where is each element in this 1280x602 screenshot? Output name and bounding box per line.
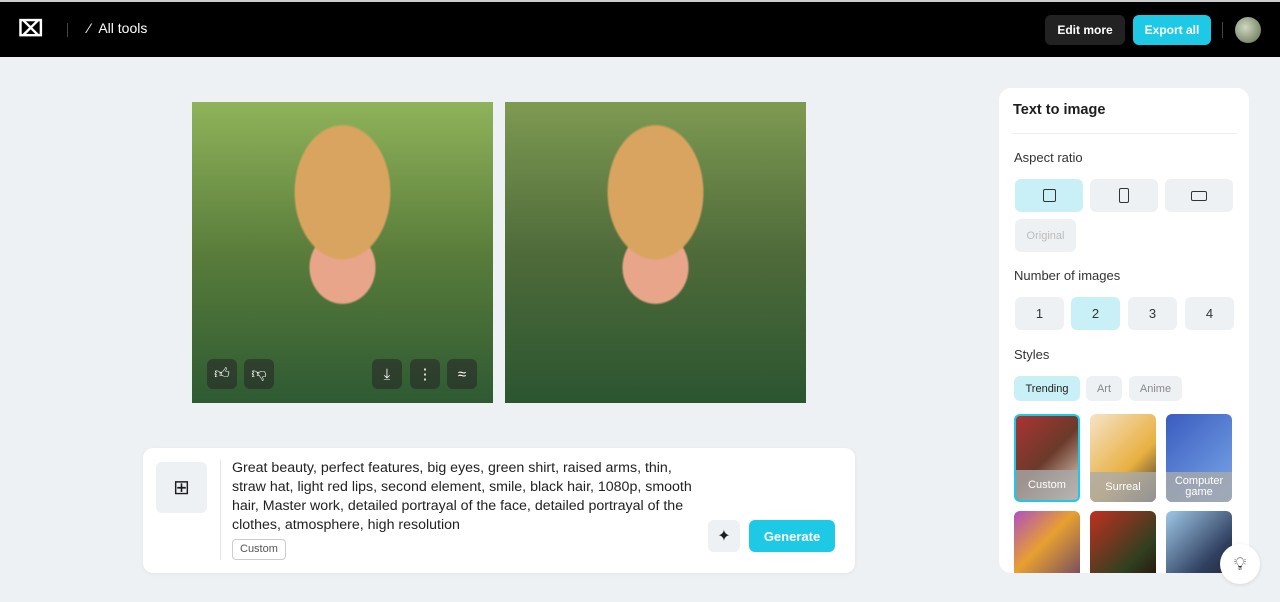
style-label: Computer game [1166, 472, 1232, 502]
download-icon[interactable]: ⤓ [372, 359, 402, 389]
aspect-landscape[interactable] [1165, 179, 1233, 212]
divider [1222, 22, 1223, 38]
style-computer-game[interactable]: Computer game [1166, 414, 1232, 502]
all-tools-button[interactable]: ⁄ All tools [88, 20, 147, 36]
divider [220, 460, 221, 560]
export-all-button[interactable]: Export all [1133, 15, 1211, 45]
sparkle-icon: ✦ [717, 528, 731, 545]
tab-trending[interactable]: Trending [1014, 376, 1080, 401]
num-3[interactable]: 3 [1128, 297, 1177, 330]
variations-icon[interactable]: ≈ [447, 359, 477, 389]
aspect-original[interactable]: Original [1015, 219, 1076, 252]
add-image-icon: ⊞ [173, 477, 190, 499]
capcut-logo-icon[interactable]: ⌧ [18, 18, 44, 40]
prompt-input[interactable]: Great beauty, perfect features, big eyes… [232, 459, 697, 535]
divider [67, 23, 68, 37]
magic-wand-icon: ⁄ [88, 20, 91, 36]
aspect-portrait[interactable] [1090, 179, 1158, 212]
generated-image-1[interactable]: 👍︎ 👎︎ ⤓ ⋮ ≈ [192, 102, 493, 403]
portrait-icon [1119, 188, 1129, 203]
square-icon [1042, 189, 1056, 202]
thumbs-up-icon[interactable]: 👍︎ [207, 359, 237, 389]
style-label: Surreal [1090, 472, 1156, 502]
style-label: Custom [1016, 470, 1078, 500]
add-image-button[interactable]: ⊞ [156, 462, 207, 513]
prompt-box: ⊞ Great beauty, perfect features, big ey… [143, 448, 855, 573]
text-to-image-panel: Text to image Aspect ratio Original Numb… [999, 88, 1249, 573]
more-icon[interactable]: ⋮ [410, 359, 440, 389]
style-tag[interactable]: Custom [232, 539, 286, 560]
style-custom[interactable]: Custom [1014, 414, 1080, 502]
thumbs-down-icon[interactable]: 👎︎ [244, 359, 274, 389]
enhance-prompt-button[interactable]: ✦ [708, 520, 740, 552]
num-1[interactable]: 1 [1015, 297, 1064, 330]
panel-title: Text to image [1013, 102, 1106, 118]
avatar[interactable] [1235, 17, 1261, 43]
style-surreal[interactable]: Surreal [1090, 414, 1156, 502]
top-bar: ⌧ ⁄ All tools Edit more Export all [0, 0, 1280, 57]
landscape-icon [1191, 190, 1207, 201]
number-of-images-label: Number of images [1014, 268, 1121, 283]
tab-art[interactable]: Art [1086, 376, 1122, 401]
lightbulb-icon: 💡︎ [1233, 553, 1247, 574]
style-tile[interactable] [1014, 511, 1080, 573]
all-tools-label: All tools [98, 20, 148, 36]
aspect-ratio-label: Aspect ratio [1014, 150, 1083, 165]
tab-anime[interactable]: Anime [1129, 376, 1182, 401]
style-tile[interactable] [1090, 511, 1156, 573]
edit-more-button[interactable]: Edit more [1045, 15, 1125, 45]
generated-image-2[interactable] [505, 102, 806, 403]
generate-button[interactable]: Generate [749, 520, 835, 552]
styles-label: Styles [1014, 347, 1050, 362]
aspect-square[interactable] [1015, 179, 1083, 212]
num-2[interactable]: 2 [1071, 297, 1120, 330]
num-4[interactable]: 4 [1185, 297, 1234, 330]
tips-button[interactable]: 💡︎ [1220, 544, 1260, 584]
divider [1013, 133, 1237, 134]
